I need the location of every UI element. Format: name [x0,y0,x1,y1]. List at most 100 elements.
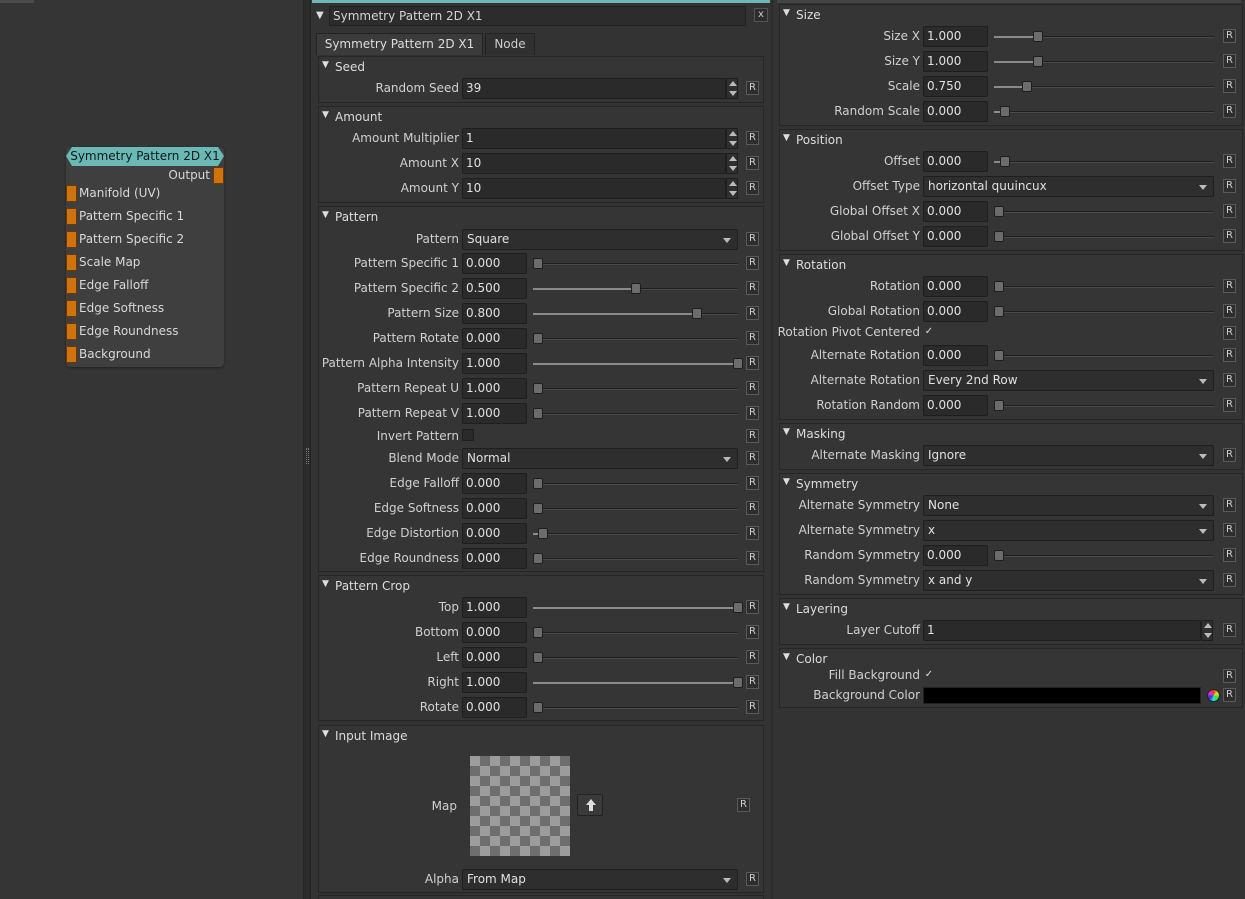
amount-x-input[interactable]: 10 [462,153,726,174]
alternate-rotation-input[interactable]: 0.000 [923,345,988,366]
slider-thumb[interactable] [533,627,543,638]
rotate-input[interactable]: 0.000 [462,697,527,718]
reset-button[interactable]: R [1223,373,1236,387]
reset-button[interactable]: R [746,551,759,565]
edge-roundness-input[interactable]: 0.000 [462,548,527,569]
offset-input[interactable]: 0.000 [923,151,988,172]
reset-button[interactable]: R [746,232,759,246]
input-port[interactable] [66,300,77,317]
global-offset-x-slider[interactable] [994,206,1214,217]
slider-thumb[interactable] [994,550,1004,561]
reset-button[interactable]: R [746,81,759,95]
alpha-dropdown[interactable]: From Map [462,869,738,890]
reset-button[interactable]: R [1223,29,1236,43]
section-header[interactable]: ▼ Rotation [780,255,1242,275]
node-input-pattern-specific-2[interactable]: Pattern Specific 2 [66,231,216,248]
fill-background-checkbox[interactable]: ✓ [923,669,935,681]
reset-button[interactable]: R [737,798,750,812]
slider-thumb[interactable] [692,308,702,319]
edge-roundness-slider[interactable] [533,553,738,564]
global-rotation-input[interactable]: 0.000 [923,301,988,322]
edge-distortion-slider[interactable] [533,528,738,539]
slider-thumb[interactable] [533,408,543,419]
slider-thumb[interactable] [994,350,1004,361]
size-x-slider[interactable] [994,31,1214,42]
reset-button[interactable]: R [1223,398,1236,412]
upload-icon[interactable] [577,794,603,816]
reset-button[interactable]: R [746,526,759,540]
reset-button[interactable]: R [746,281,759,295]
tab-symmetry-pattern[interactable]: Symmetry Pattern 2D X1 [316,33,483,55]
size-y-slider[interactable] [994,56,1214,67]
section-header[interactable]: ▼ Amount [319,107,763,127]
collapse-arrow-icon[interactable]: ▼ [316,10,324,21]
reset-button[interactable]: R [746,331,759,345]
pattern-repeat-v-slider[interactable] [533,408,738,419]
rotation-pivot-checkbox[interactable]: ✓ [923,326,935,338]
node-input-pattern-specific-1[interactable]: Pattern Specific 1 [66,208,216,225]
rotation-slider[interactable] [994,281,1214,292]
section-header[interactable]: ▼ Masking [780,424,1242,444]
bottom-slider[interactable] [533,627,738,638]
reset-button[interactable]: R [746,872,759,886]
collapse-arrow-icon[interactable]: ▼ [322,110,329,120]
pattern-size-slider[interactable] [533,308,738,319]
reset-button[interactable]: R [1223,348,1236,362]
input-port[interactable] [66,231,77,248]
rotate-slider[interactable] [533,702,738,713]
symmetry-pattern-node[interactable]: Symmetry Pattern 2D X1 Output Manifold (… [66,147,224,367]
pattern-specific-1-slider[interactable] [533,258,738,269]
invert-pattern-checkbox[interactable] [462,429,474,441]
section-header[interactable]: ▼ Pattern Crop [319,576,763,596]
pattern-rotate-slider[interactable] [533,333,738,344]
scale-input[interactable]: 0.750 [923,76,988,97]
slider-thumb[interactable] [733,602,743,613]
input-port[interactable] [66,346,77,363]
collapse-arrow-icon[interactable]: ▼ [783,8,790,18]
collapse-arrow-icon[interactable]: ▼ [783,602,790,612]
slider-thumb[interactable] [533,258,543,269]
reset-button[interactable]: R [746,600,759,614]
reset-button[interactable]: R [746,131,759,145]
pattern-alpha-intensity-input[interactable]: 1.000 [462,353,527,374]
rotation-random-slider[interactable] [994,400,1214,411]
offset-type-dropdown[interactable]: horizontal quuincux [923,176,1214,197]
size-y-input[interactable]: 1.000 [923,51,988,72]
reset-button[interactable]: R [746,675,759,689]
reset-button[interactable]: R [746,306,759,320]
slider-thumb[interactable] [538,528,549,539]
right-input[interactable]: 1.000 [462,672,527,693]
collapse-arrow-icon[interactable]: ▼ [783,258,790,268]
input-port[interactable] [66,323,77,340]
global-offset-y-slider[interactable] [994,231,1214,242]
reset-button[interactable]: R [746,429,759,443]
rotation-input[interactable]: 0.000 [923,276,988,297]
reset-button[interactable]: R [1223,688,1236,702]
reset-button[interactable]: R [746,700,759,714]
pattern-specific-1-input[interactable]: 0.000 [462,253,527,274]
random-symmetry-slider[interactable] [994,550,1214,561]
random-seed-input[interactable]: 39 [462,78,726,99]
section-header[interactable]: ▼ Seed [319,57,763,77]
slider-thumb[interactable] [533,383,543,394]
slider-thumb[interactable] [733,358,743,369]
pattern-repeat-v-input[interactable]: 1.000 [462,403,527,424]
random-symmetry-dropdown[interactable]: x and y [923,570,1214,591]
reset-button[interactable]: R [746,181,759,195]
left-slider[interactable] [533,652,738,663]
edge-softness-input[interactable]: 0.000 [462,498,527,519]
pattern-rotate-input[interactable]: 0.000 [462,328,527,349]
reset-button[interactable]: R [746,356,759,370]
collapse-arrow-icon[interactable]: ▼ [783,133,790,143]
node-graph-panel[interactable]: Symmetry Pattern 2D X1 Output Manifold (… [0,0,304,899]
reset-button[interactable]: R [1223,523,1236,537]
node-input-scale-map[interactable]: Scale Map [66,254,216,271]
section-header[interactable]: ▼ Symmetry [780,474,1242,494]
alternate-symmetry-axis-dropdown[interactable]: x [923,520,1214,541]
reset-button[interactable]: R [746,451,759,465]
slider-thumb[interactable] [630,283,641,294]
slider-thumb[interactable] [994,400,1004,411]
slider-thumb[interactable] [994,306,1004,317]
pattern-size-input[interactable]: 0.800 [462,303,527,324]
slider-thumb[interactable] [1033,56,1043,67]
